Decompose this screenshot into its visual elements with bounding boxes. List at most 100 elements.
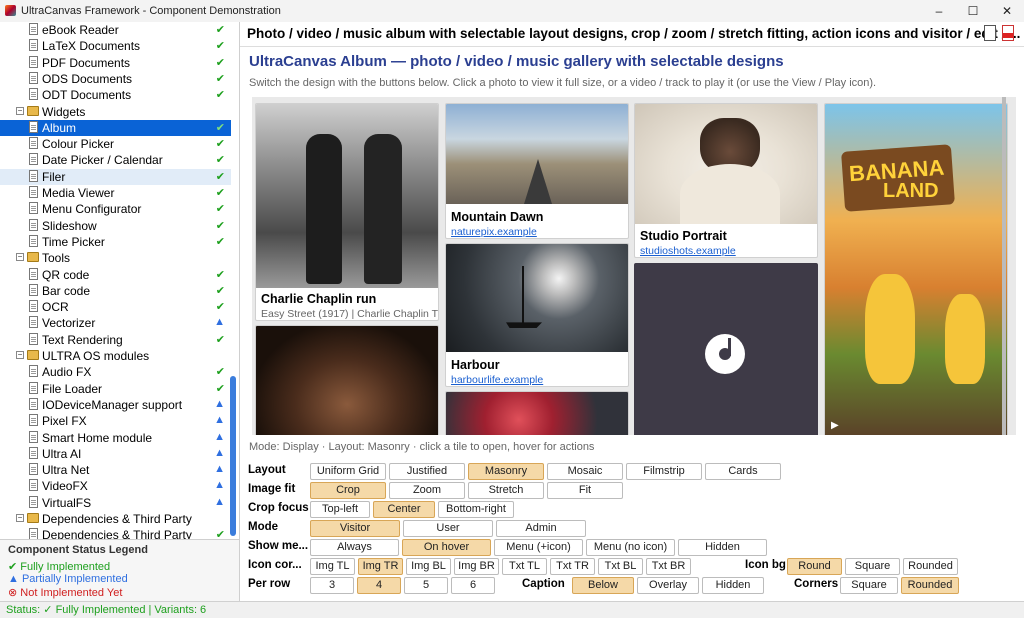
icon-corner-option-button[interactable]: Img BL [406,558,451,575]
gallery-scrollbar[interactable] [1002,97,1006,435]
layout-option-button[interactable]: Cards [705,463,781,480]
tree-folder[interactable]: − ULTRA OS modules [0,348,231,364]
icon-corner-option-button[interactable]: Txt TR [550,558,595,575]
icon-corner-option-button[interactable]: Txt TL [502,558,547,575]
per-row-option-button[interactable]: 3 [310,577,354,594]
collapse-icon[interactable]: − [16,253,24,262]
icon-bg-option-button[interactable]: Rounded [903,558,958,575]
tree-item[interactable]: OCR ✔ [0,299,231,315]
tile-link[interactable]: naturepix.example [451,226,537,238]
show-menu-option-button[interactable]: On hover [402,539,491,556]
tree-item[interactable]: IODeviceManager support ▲ [0,397,231,413]
tree-item[interactable]: Audio FX ✔ [0,364,231,380]
layout-option-button[interactable]: Justified [389,463,465,480]
show-menu-option-button[interactable]: Menu (no icon) [586,539,675,556]
icon-corner-option-button[interactable]: Txt BL [598,558,643,575]
tree-item[interactable]: ODS Documents ✔ [0,71,231,87]
tree-item[interactable]: ODT Documents ✔ [0,87,231,103]
tree-item[interactable]: VirtualFS ▲ [0,495,231,511]
tree-item[interactable]: Vectorizer ▲ [0,315,231,331]
tree-item[interactable]: Ultra Net ▲ [0,462,231,478]
caption-option-button[interactable]: Hidden [702,577,764,594]
show-menu-option-button[interactable]: Always [310,539,399,556]
close-button[interactable]: ✕ [990,0,1024,22]
tree-item[interactable]: File Loader ✔ [0,381,231,397]
crop-focus-option-button[interactable]: Bottom-right [438,501,514,518]
per-row-option-button[interactable]: 4 [357,577,401,594]
mode-option-button[interactable]: User [403,520,493,537]
mode-option-button[interactable]: Visitor [310,520,400,537]
layout-option-button[interactable]: Uniform Grid [310,463,386,480]
tree-item[interactable]: QR code ✔ [0,267,231,283]
tree-item[interactable]: Text Rendering ✔ [0,332,231,348]
tree-item[interactable]: Filer ✔ [0,168,231,185]
minimize-button[interactable]: – [922,0,956,22]
tree-item[interactable]: Menu Configurator ✔ [0,201,231,217]
image-fit-option-button[interactable]: Stretch [468,482,544,499]
corners-option-button[interactable]: Square [840,577,898,594]
layout-option-button[interactable]: Filmstrip [626,463,702,480]
tree-item[interactable]: PDF Documents ✔ [0,55,231,71]
caption-option-button[interactable]: Overlay [637,577,699,594]
tree-folder[interactable]: − Tools [0,250,231,266]
tree-item[interactable]: Bar code ✔ [0,283,231,299]
tree-item[interactable]: LaTeX Documents ✔ [0,38,231,54]
album-gallery[interactable]: Charlie Chaplin run Easy Street (1917) |… [252,97,1016,435]
tree-item[interactable]: Pixel FX ▲ [0,413,231,429]
layout-option-button[interactable]: Mosaic [547,463,623,480]
pdf-icon[interactable] [1002,25,1014,41]
album-tile[interactable]: BANANA LAND ▶ [824,103,1008,435]
tree-item[interactable]: Time Picker ✔ [0,234,231,250]
corners-option-button[interactable]: Rounded [901,577,959,594]
tile-link[interactable]: studioshots.example [640,245,736,257]
icon-corner-option-button[interactable]: Img TL [310,558,355,575]
tree-folder[interactable]: − Dependencies & Third Party [0,511,231,527]
collapse-icon[interactable]: − [16,351,24,359]
album-tile[interactable]: Studio Portrait studioshots.example [634,103,818,258]
tree-item[interactable]: Colour Picker ✔ [0,136,231,152]
component-tree[interactable]: eBook Reader ✔ LaTeX Documents ✔ PDF Documen… [0,22,240,539]
tree-folder[interactable]: − Widgets [0,104,231,120]
tree-item[interactable]: Album ✔ [0,119,231,136]
icon-corner-option-button[interactable]: Img TR [358,558,403,575]
icon-corner-option-button[interactable]: Img BR [454,558,499,575]
collapse-icon[interactable]: − [16,514,24,522]
tree-item[interactable]: eBook Reader ✔ [0,22,231,38]
show-menu-option-button[interactable]: Menu (+icon) [494,539,583,556]
album-tile[interactable]: Harbour harbourlife.example [445,243,629,387]
crop-focus-option-button[interactable]: Center [373,501,435,518]
document-icon[interactable] [984,25,996,41]
per-row-option-button[interactable]: 6 [451,577,495,594]
mode-option-button[interactable]: Admin [496,520,586,537]
icon-bg-option-button[interactable]: Square [845,558,900,575]
caption-option-button[interactable]: Below [572,577,634,594]
tree-scrollbar[interactable] [230,376,236,536]
album-tile[interactable] [255,325,439,435]
album-tile[interactable]: Mountain Dawn naturepix.example [445,103,629,239]
icon-bg-option-button[interactable]: Round [787,558,842,575]
document-icon [29,55,38,68]
play-icon[interactable]: ▶ [831,420,839,431]
album-tile[interactable] [445,391,629,435]
tree-item[interactable]: Smart Home module ▲ [0,430,231,446]
icon-corner-option-button[interactable]: Txt BR [646,558,691,575]
document-icon [29,39,38,52]
tree-item[interactable]: Slideshow ✔ [0,218,231,234]
collapse-icon[interactable]: − [16,106,24,115]
tree-item[interactable]: Ultra AI ▲ [0,446,231,462]
tree-item[interactable]: VideoFX ▲ [0,478,231,494]
image-fit-option-button[interactable]: Zoom [389,482,465,499]
tree-item[interactable]: Dependencies & Third Party ✔ [0,527,231,539]
tree-item[interactable]: Media Viewer ✔ [0,185,231,201]
show-menu-option-button[interactable]: Hidden [678,539,767,556]
image-fit-option-button[interactable]: Crop [310,482,386,499]
per-row-option-button[interactable]: 5 [404,577,448,594]
layout-option-button[interactable]: Masonry [468,463,544,480]
crop-focus-option-button[interactable]: Top-left [310,501,370,518]
tile-link[interactable]: harbourlife.example [451,374,543,386]
album-tile[interactable] [634,263,818,435]
tree-item[interactable]: Date Picker / Calendar ✔ [0,152,231,168]
album-tile[interactable]: Charlie Chaplin run Easy Street (1917) |… [255,103,439,321]
image-fit-option-button[interactable]: Fit [547,482,623,499]
maximize-button[interactable]: ☐ [956,0,990,22]
